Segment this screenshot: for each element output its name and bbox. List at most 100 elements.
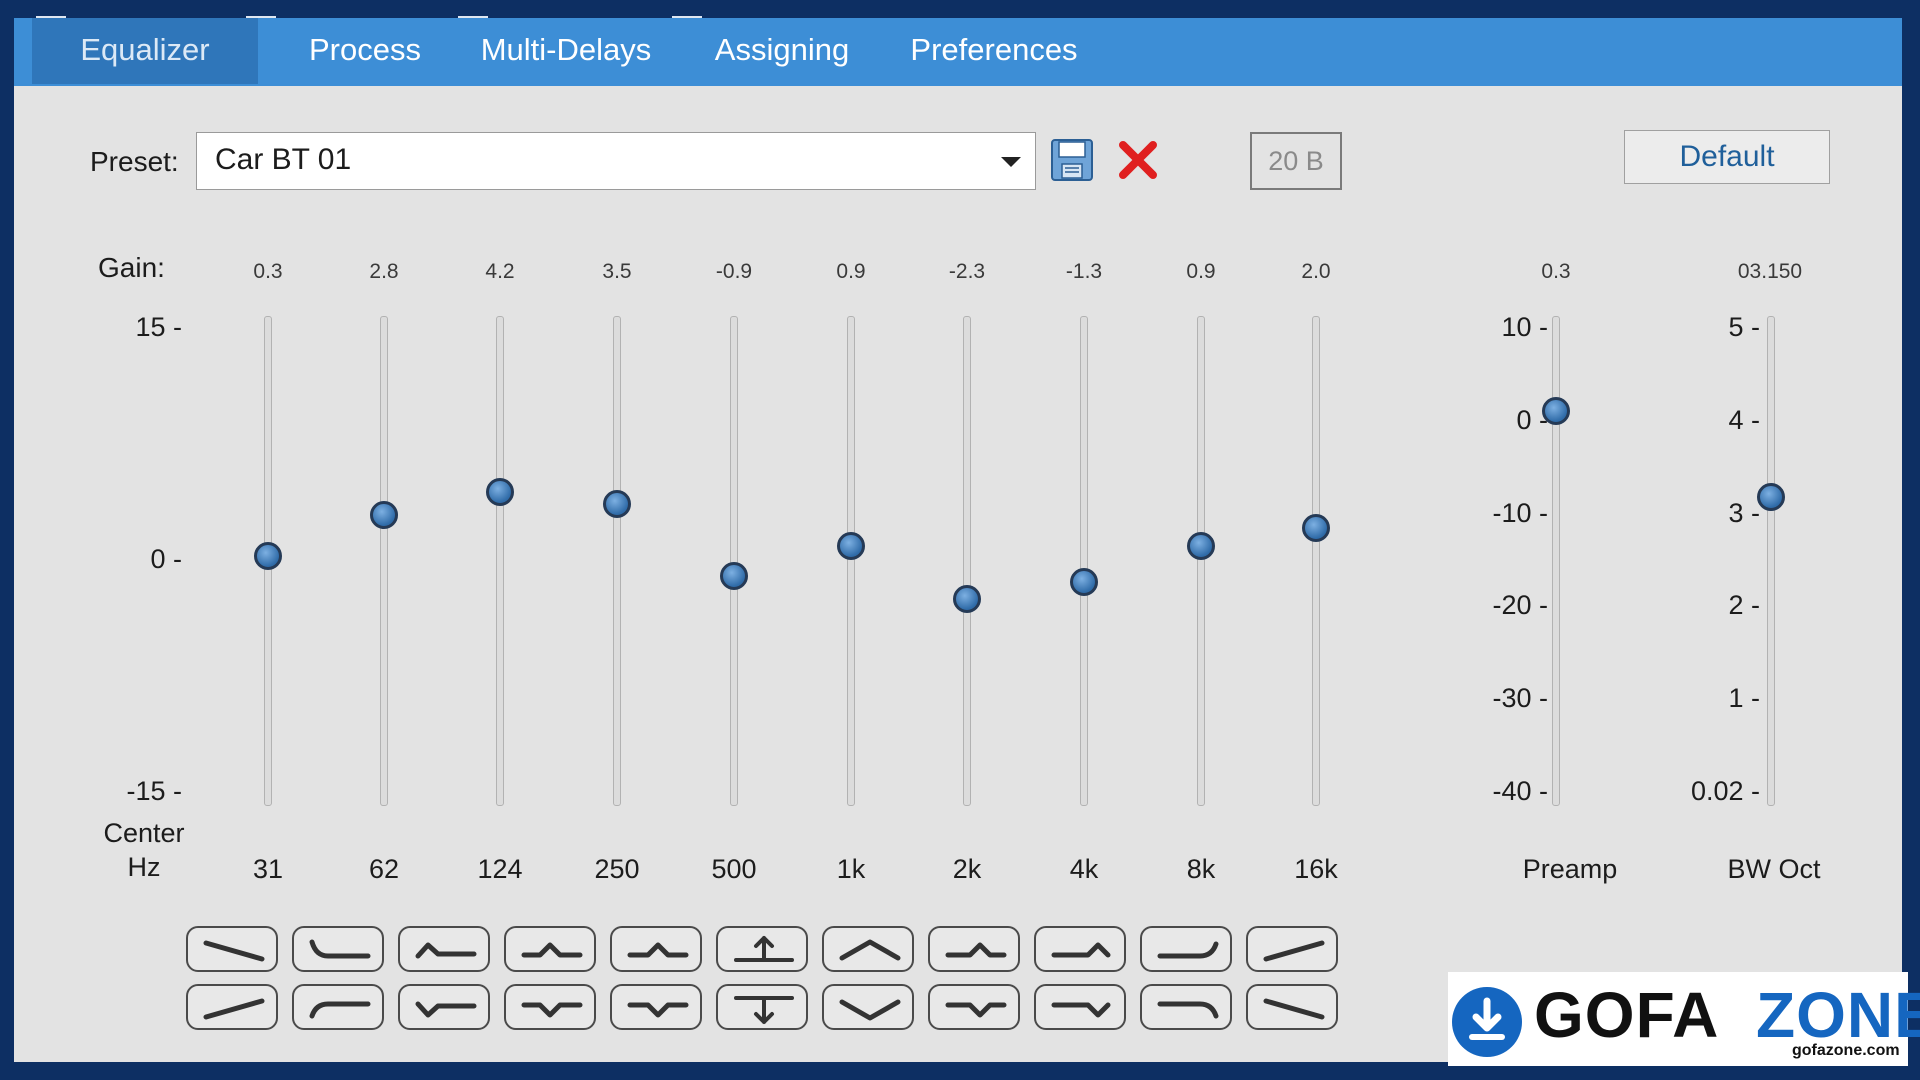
bw-oct-label: BW Oct bbox=[1727, 854, 1821, 884]
band-frequency-label: 500 bbox=[711, 854, 757, 884]
preset-shape-button[interactable] bbox=[610, 926, 702, 972]
preset-label: Preset: bbox=[90, 146, 179, 177]
preset-shape-button[interactable] bbox=[822, 926, 914, 972]
preset-shape-button[interactable] bbox=[1246, 926, 1338, 972]
band-slider-track[interactable] bbox=[1080, 316, 1088, 806]
bw-scale-label: 5 - bbox=[1728, 312, 1760, 342]
bw-oct-slider-knob[interactable] bbox=[1757, 483, 1785, 512]
bump-low-icon bbox=[415, 942, 477, 959]
chevron-down-icon[interactable] bbox=[1001, 157, 1021, 167]
band-gain-value: 0.9 bbox=[836, 260, 866, 283]
band-gain-value: -0.9 bbox=[715, 260, 753, 283]
band-frequency-label: 16k bbox=[1294, 854, 1338, 884]
bw-oct-value: 03.150 bbox=[1737, 260, 1803, 283]
band-gain-value: -2.3 bbox=[948, 260, 986, 283]
band-slider-track[interactable] bbox=[963, 316, 971, 806]
band-slider-knob[interactable] bbox=[370, 501, 398, 530]
dip-mid-icon bbox=[627, 1002, 689, 1018]
band-count-button[interactable]: 20 B bbox=[1250, 132, 1342, 190]
band-slider-knob[interactable] bbox=[254, 542, 282, 571]
default-button[interactable]: Default bbox=[1624, 130, 1830, 184]
tab-process[interactable]: Process bbox=[280, 18, 450, 84]
band-slider-track[interactable] bbox=[380, 316, 388, 806]
bw-scale-label: 4 - bbox=[1728, 405, 1760, 435]
tab-assigning[interactable]: Assigning bbox=[702, 18, 862, 84]
band-gain-value: 0.9 bbox=[1186, 260, 1216, 283]
band-slider-knob[interactable] bbox=[603, 489, 631, 518]
download-arrow-icon bbox=[1452, 987, 1522, 1057]
band-slider-track[interactable] bbox=[1197, 316, 1205, 806]
band-frequency-label: 124 bbox=[477, 854, 523, 884]
watermark-site: gofazone.com bbox=[1792, 1042, 1900, 1059]
gain-scale-bottom: -15 - bbox=[126, 776, 182, 806]
band-frequency-label: 2k bbox=[952, 854, 982, 884]
preset-shape-button[interactable] bbox=[928, 926, 1020, 972]
preamp-slider-knob[interactable] bbox=[1542, 397, 1570, 426]
band-frequency-label: 250 bbox=[594, 854, 640, 884]
preamp-scale-label: -40 - bbox=[1492, 776, 1548, 806]
band-slider-knob[interactable] bbox=[837, 532, 865, 561]
preset-shape-button[interactable] bbox=[1140, 984, 1232, 1030]
tab-equalizer[interactable]: Equalizer bbox=[32, 18, 258, 84]
preset-shape-button[interactable] bbox=[186, 926, 278, 972]
band-slider-knob[interactable] bbox=[720, 561, 748, 590]
band-slider-knob[interactable] bbox=[486, 478, 514, 507]
tab-multi-delays[interactable]: Multi-Delays bbox=[466, 18, 666, 84]
band-slider-track[interactable] bbox=[496, 316, 504, 806]
band-slider-knob[interactable] bbox=[953, 584, 981, 613]
bump-highmid-icon bbox=[945, 942, 1007, 958]
preset-shape-button[interactable] bbox=[1034, 984, 1126, 1030]
preset-dropdown[interactable]: Car BT 01 bbox=[196, 132, 1036, 190]
bw-oct-slider-track[interactable] bbox=[1767, 316, 1775, 806]
band-frequency-label: 31 bbox=[252, 854, 284, 884]
preset-shape-button[interactable] bbox=[398, 984, 490, 1030]
preset-shape-button[interactable] bbox=[610, 984, 702, 1030]
preset-shape-button[interactable] bbox=[504, 984, 596, 1030]
high-shelf-boost-icon bbox=[1157, 1001, 1219, 1019]
preset-shape-button[interactable] bbox=[292, 984, 384, 1030]
band-slider-track[interactable] bbox=[1312, 316, 1320, 806]
tab-preferences[interactable]: Preferences bbox=[896, 18, 1092, 84]
band-slider-knob[interactable] bbox=[1070, 568, 1098, 597]
band-slider-knob[interactable] bbox=[1187, 532, 1215, 561]
preset-shape-button[interactable] bbox=[504, 926, 596, 972]
gain-scale-mid: 0 - bbox=[150, 544, 182, 574]
band-gain-value: 4.2 bbox=[485, 260, 515, 283]
preamp-slider-track[interactable] bbox=[1552, 316, 1560, 806]
band-gain-value: 0.3 bbox=[253, 260, 283, 283]
bw-scale-label: 3 - bbox=[1728, 498, 1760, 528]
bw-scale-label: 2 - bbox=[1728, 590, 1760, 620]
preset-shape-button[interactable] bbox=[716, 984, 808, 1030]
band-gain-value: 2.8 bbox=[369, 260, 399, 283]
preamp-scale-label: -20 - bbox=[1492, 590, 1548, 620]
gofazone-watermark: GOFA ZONE gofazone.com bbox=[1448, 972, 1920, 1066]
gain-label: Gain: bbox=[98, 252, 165, 283]
preset-shape-button[interactable] bbox=[186, 984, 278, 1030]
preset-shape-button[interactable] bbox=[1246, 984, 1338, 1030]
preamp-scale-label: 10 - bbox=[1501, 312, 1548, 342]
tilt-up-icon bbox=[1263, 940, 1325, 962]
bump-high-icon bbox=[1051, 942, 1111, 958]
preset-shape-button[interactable] bbox=[822, 984, 914, 1030]
preset-shape-button[interactable] bbox=[928, 984, 1020, 1030]
preset-shape-button[interactable] bbox=[398, 926, 490, 972]
floppy-disk-icon bbox=[1051, 139, 1093, 181]
center-hz-label-line1: Center bbox=[103, 818, 185, 848]
delete-preset-button[interactable] bbox=[1114, 136, 1162, 184]
preset-shape-button[interactable] bbox=[716, 926, 808, 972]
band-frequency-label: 4k bbox=[1069, 854, 1099, 884]
band-gain-value: 3.5 bbox=[602, 260, 632, 283]
save-preset-button[interactable] bbox=[1048, 136, 1096, 184]
low-shelf-boost-icon bbox=[309, 1001, 371, 1019]
low-shelf-cut-icon bbox=[309, 939, 371, 959]
band-slider-track[interactable] bbox=[613, 316, 621, 806]
high-shelf-cut-icon bbox=[1157, 941, 1219, 959]
preamp-label: Preamp bbox=[1522, 854, 1618, 884]
preset-shape-button[interactable] bbox=[1034, 926, 1126, 972]
bump-mid-icon bbox=[627, 942, 689, 958]
preset-shape-button[interactable] bbox=[292, 926, 384, 972]
band-slider-track[interactable] bbox=[847, 316, 855, 806]
preset-shape-button[interactable] bbox=[1140, 926, 1232, 972]
band-slider-knob[interactable] bbox=[1302, 514, 1330, 543]
preset-selected-value: Car BT 01 bbox=[215, 143, 352, 176]
